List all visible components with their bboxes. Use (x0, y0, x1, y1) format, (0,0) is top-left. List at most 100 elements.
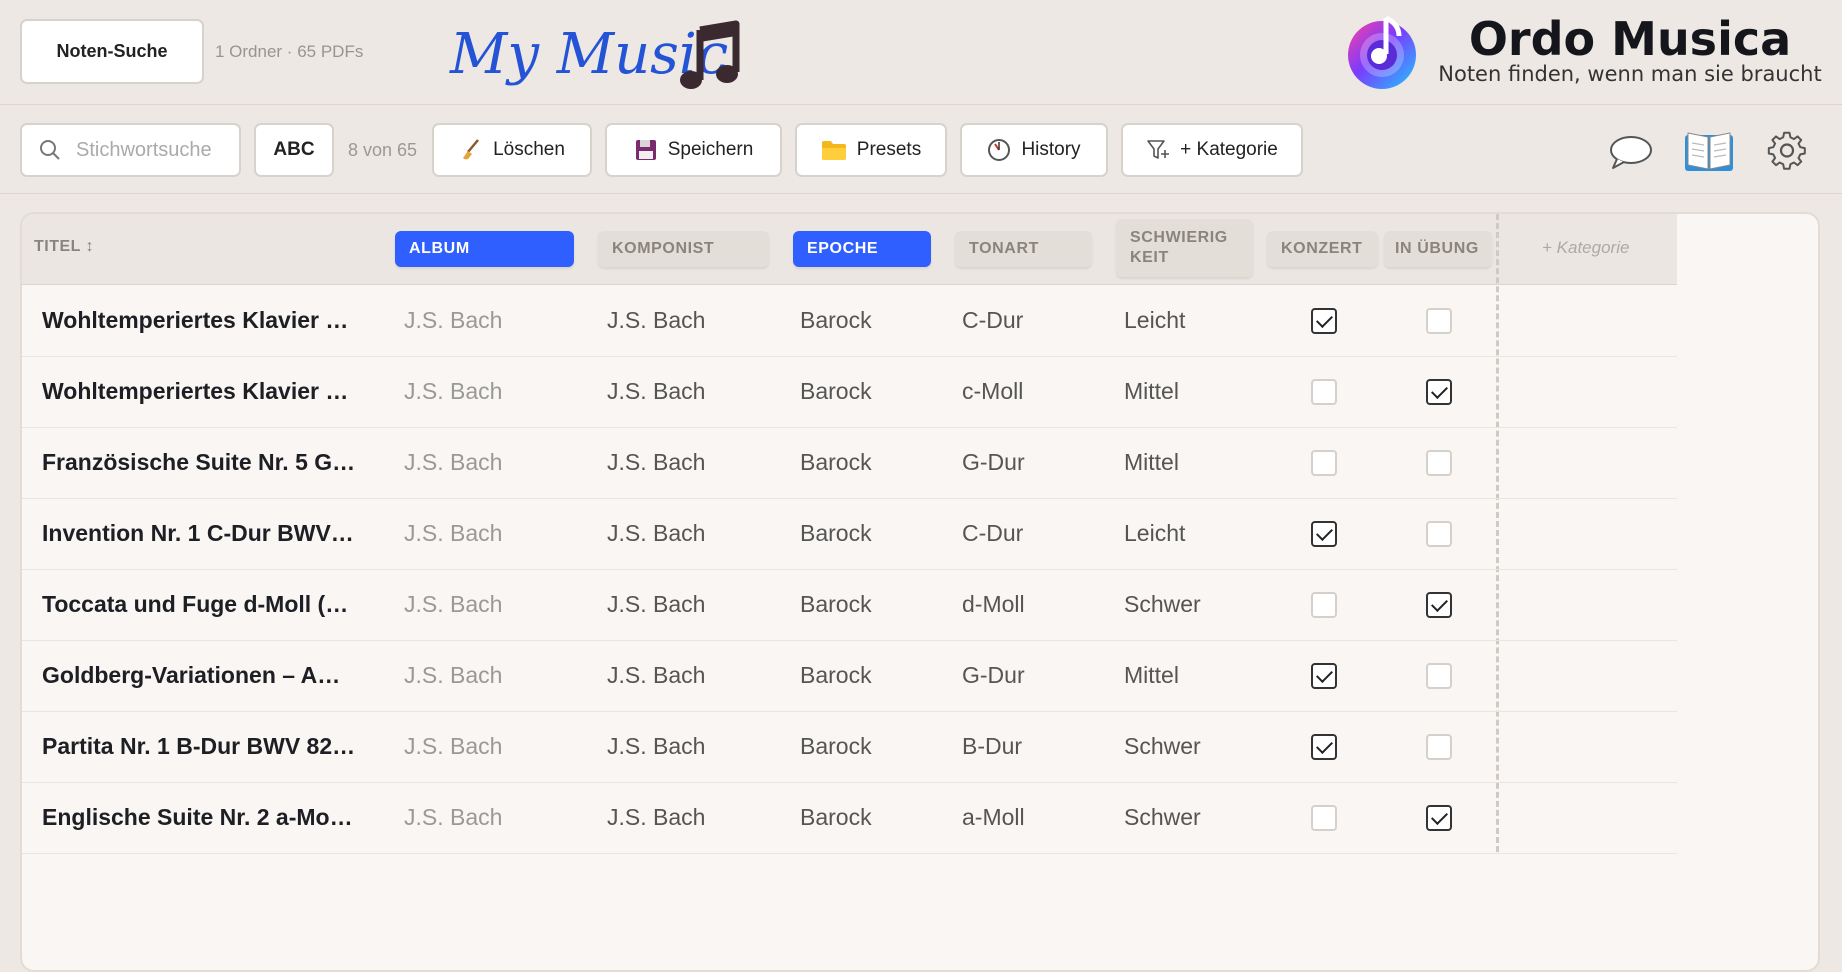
row-epoche: Barock (800, 356, 950, 427)
row-schwierigkeit-text: Mittel (1124, 662, 1179, 688)
in-uebung-checkbox[interactable] (1426, 805, 1452, 831)
folder-count: 1 Ordner · 65 PDFs (215, 42, 364, 61)
floppy-disk-icon (635, 140, 656, 160)
row-album: J.S. Bach (404, 569, 584, 640)
column-header-epoche[interactable]: EPOCHE (793, 231, 931, 267)
row-title[interactable]: Englische Suite Nr. 2 a-Mo… (42, 782, 382, 853)
add-category-button[interactable]: + Kategorie (1121, 123, 1303, 177)
row-komponist-text: J.S. Bach (607, 733, 706, 759)
loeschen-button[interactable]: Löschen (432, 123, 592, 177)
row-title[interactable]: Partita Nr. 1 B-Dur BWV 82… (42, 711, 382, 782)
row-tonart-text: c-Moll (962, 378, 1024, 404)
in-uebung-checkbox[interactable] (1426, 450, 1452, 476)
table-row[interactable]: Invention Nr. 1 C-Dur BWV… J.S. Bach J.S. … (22, 498, 1677, 570)
row-tonart-text: C-Dur (962, 520, 1024, 546)
column-header-album[interactable]: ALBUM (395, 231, 574, 267)
in-uebung-checkbox[interactable] (1426, 308, 1452, 334)
in-uebung-checkbox[interactable] (1426, 734, 1452, 760)
konzert-checkbox[interactable] (1311, 379, 1337, 405)
open-book-icon[interactable] (1683, 129, 1735, 175)
column-header-tonart[interactable]: TONART (955, 231, 1092, 267)
app-header: Noten-Suche 1 Ordner · 65 PDFs My Music … (0, 0, 1842, 104)
row-title[interactable]: Toccata und Fuge d-Moll (… (42, 569, 382, 640)
table-row[interactable]: Partita Nr. 1 B-Dur BWV 82… J.S. Bach J.S.… (22, 711, 1677, 783)
row-epoche-text: Barock (800, 307, 872, 333)
row-tonart: c-Moll (962, 356, 1102, 427)
table-row[interactable]: Englische Suite Nr. 2 a-Mo… J.S. Bach J.S.… (22, 782, 1677, 854)
row-title[interactable]: Französische Suite Nr. 5 G… (42, 427, 382, 498)
row-schwierigkeit: Mittel (1124, 640, 1254, 711)
add-category-column[interactable]: + Kategorie (1542, 238, 1629, 258)
row-tonart: a-Moll (962, 782, 1102, 853)
row-title[interactable]: Goldberg-Variationen – A… (42, 640, 382, 711)
row-komponist-text: J.S. Bach (607, 804, 706, 830)
table-header: TITEL ↕ ALBUM KOMPONIST EPOCHE TONART SC… (22, 214, 1677, 285)
row-title-text: Partita Nr. 1 B-Dur BWV 82… (42, 733, 356, 759)
row-title-text: Invention Nr. 1 C-Dur BWV… (42, 520, 354, 546)
table-row[interactable]: Französische Suite Nr. 5 G… J.S. Bach J.S.… (22, 427, 1677, 499)
in-uebung-checkbox[interactable] (1426, 592, 1452, 618)
search-icon (40, 140, 60, 160)
noten-suche-button[interactable]: Noten-Suche (20, 19, 204, 84)
row-komponist: J.S. Bach (607, 569, 787, 640)
row-komponist-text: J.S. Bach (607, 449, 706, 475)
konzert-checkbox[interactable] (1311, 308, 1337, 334)
row-epoche: Barock (800, 285, 950, 356)
row-tonart: d-Moll (962, 569, 1102, 640)
row-epoche: Barock (800, 427, 950, 498)
presets-label: Presets (856, 139, 922, 160)
history-button[interactable]: History (960, 123, 1108, 177)
presets-button[interactable]: Presets (795, 123, 947, 177)
gear-icon[interactable] (1767, 131, 1807, 171)
row-title-text: Wohltemperiertes Klavier … (42, 307, 349, 333)
column-header-titel[interactable]: TITEL ↕ (34, 238, 94, 256)
in-uebung-checkbox[interactable] (1426, 379, 1452, 405)
row-tonart-text: B-Dur (962, 733, 1023, 759)
konzert-checkbox[interactable] (1311, 663, 1337, 689)
row-komponist: J.S. Bach (607, 782, 787, 853)
in-uebung-checkbox[interactable] (1426, 521, 1452, 547)
konzert-checkbox[interactable] (1311, 592, 1337, 618)
row-epoche-text: Barock (800, 662, 872, 688)
row-title[interactable]: Invention Nr. 1 C-Dur BWV… (42, 498, 382, 569)
row-tonart: C-Dur (962, 498, 1102, 569)
table-row[interactable]: Toccata und Fuge d-Moll (… J.S. Bach J.S. … (22, 569, 1677, 641)
row-epoche-text: Barock (800, 520, 872, 546)
filter-plus-icon (1147, 140, 1170, 159)
folder-icon (821, 141, 846, 160)
row-schwierigkeit: Mittel (1124, 427, 1254, 498)
row-schwierigkeit: Mittel (1124, 356, 1254, 427)
column-header-in-uebung[interactable]: IN ÜBUNG (1384, 231, 1492, 267)
table-row[interactable]: Goldberg-Variationen – A… J.S. Bach J.S. B… (22, 640, 1677, 712)
row-epoche-text: Barock (800, 733, 872, 759)
row-komponist-text: J.S. Bach (607, 378, 706, 404)
row-album-text: J.S. Bach (404, 662, 503, 688)
row-komponist: J.S. Bach (607, 356, 787, 427)
chat-bubble-icon[interactable] (1608, 133, 1654, 171)
konzert-checkbox[interactable] (1311, 734, 1337, 760)
abc-sort-button[interactable]: ABC (254, 123, 334, 177)
konzert-checkbox[interactable] (1311, 805, 1337, 831)
row-album-text: J.S. Bach (404, 449, 503, 475)
konzert-checkbox[interactable] (1311, 521, 1337, 547)
row-epoche-text: Barock (800, 804, 872, 830)
row-schwierigkeit: Leicht (1124, 498, 1254, 569)
row-epoche: Barock (800, 640, 950, 711)
konzert-checkbox[interactable] (1311, 450, 1337, 476)
column-header-konzert[interactable]: KONZERT (1267, 231, 1378, 267)
column-header-komponist[interactable]: KOMPONIST (598, 231, 769, 267)
column-header-schwierigkeit[interactable]: SCHWIERIG KEIT (1116, 219, 1253, 277)
row-title[interactable]: Wohltemperiertes Klavier … (42, 356, 382, 427)
row-schwierigkeit-text: Schwer (1124, 804, 1201, 830)
row-tonart-text: G-Dur (962, 662, 1025, 688)
result-count: 8 von 65 (348, 140, 418, 160)
row-schwierigkeit-text: Schwer (1124, 733, 1201, 759)
row-komponist: J.S. Bach (607, 640, 787, 711)
row-title-text: Goldberg-Variationen – A… (42, 662, 341, 688)
row-epoche: Barock (800, 569, 950, 640)
table-row[interactable]: Wohltemperiertes Klavier … J.S. Bach J.S. … (22, 285, 1677, 357)
row-title[interactable]: Wohltemperiertes Klavier … (42, 285, 382, 356)
speichern-button[interactable]: Speichern (605, 123, 782, 177)
table-row[interactable]: Wohltemperiertes Klavier … J.S. Bach J.S. … (22, 356, 1677, 428)
in-uebung-checkbox[interactable] (1426, 663, 1452, 689)
